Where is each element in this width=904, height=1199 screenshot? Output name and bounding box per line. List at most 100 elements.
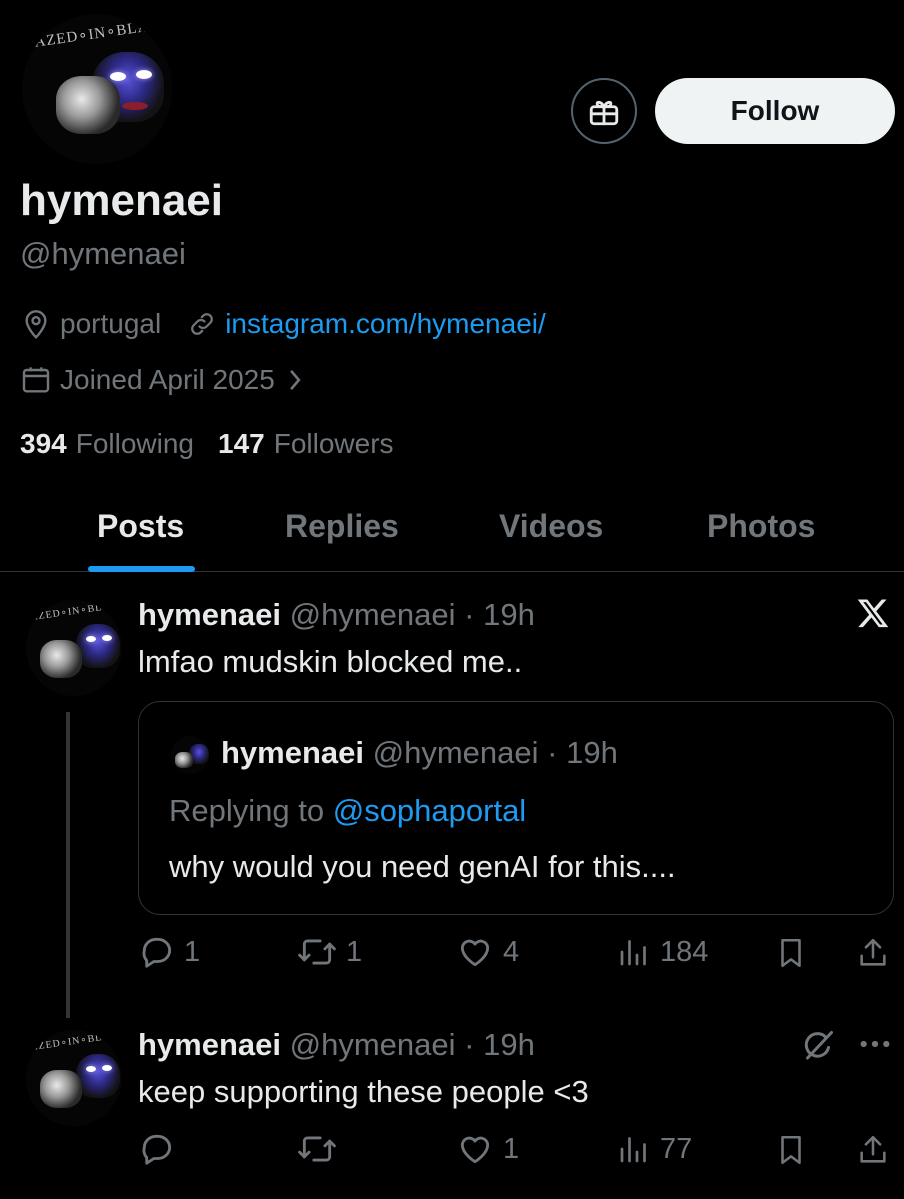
- like-icon: [460, 1136, 490, 1164]
- views-button[interactable]: 77: [616, 1130, 692, 1168]
- avatar-fist: [56, 76, 120, 134]
- replying-to-link[interactable]: @sophaportal: [333, 793, 526, 828]
- post-text: lmfao mudskin blocked me..: [138, 644, 523, 679]
- following-label: Following: [75, 428, 194, 459]
- views-icon: [620, 940, 646, 966]
- reply-icon: [142, 1134, 172, 1165]
- more-icon[interactable]: [858, 1034, 892, 1054]
- share-button[interactable]: [854, 1131, 892, 1169]
- avatar-fist: [175, 752, 193, 768]
- avatar-fist: [40, 1070, 82, 1108]
- profile-website-link[interactable]: instagram.com/hymenaei/: [225, 308, 546, 340]
- profile-page: AZED∘IN∘BLAC Follow hymenaei @hymenaei p…: [0, 0, 904, 1199]
- post-header: hymenaei @hymenaei · 19h: [138, 597, 535, 633]
- post-time[interactable]: 19h: [483, 1027, 535, 1062]
- repost-count: 1: [346, 935, 363, 968]
- quoted-post-avatar: [171, 736, 209, 774]
- location-icon: [25, 310, 47, 340]
- link-icon: [191, 313, 214, 335]
- thread-line: [66, 712, 70, 1018]
- share-icon: [860, 938, 886, 966]
- tab-videos[interactable]: Videos: [499, 508, 603, 545]
- avatar-lips: [122, 102, 148, 110]
- quoted-author-handle: @hymenaei: [372, 735, 539, 770]
- post-avatar[interactable]: AZED∘IN∘BLAC: [26, 1030, 122, 1126]
- views-icon: [620, 1137, 646, 1163]
- profile-location: portugal: [20, 308, 161, 340]
- quoted-post-header: hymenaei @hymenaei · 19h: [221, 735, 618, 771]
- avatar-eye: [86, 636, 96, 642]
- repost-button[interactable]: [296, 1130, 346, 1168]
- like-button[interactable]: 1: [455, 1130, 519, 1168]
- gift-button[interactable]: [571, 78, 637, 144]
- share-button[interactable]: [854, 934, 892, 972]
- profile-location-text: portugal: [60, 308, 162, 339]
- quoted-author-name: hymenaei: [221, 735, 365, 770]
- reply-button[interactable]: [138, 1130, 184, 1168]
- following-number: 394: [20, 428, 67, 459]
- profile-joined[interactable]: Joined April 2025: [20, 364, 313, 396]
- avatar-art-text: AZED∘IN∘BLAC: [29, 1030, 119, 1054]
- post-avatar[interactable]: AZED∘IN∘BLAC: [26, 600, 122, 696]
- x-logo-icon[interactable]: [855, 596, 891, 630]
- views-count: 184: [660, 935, 709, 968]
- avatar-eye: [136, 70, 152, 79]
- replying-label: Replying to: [169, 793, 325, 828]
- bookmark-button[interactable]: [772, 934, 810, 972]
- gift-icon: [589, 100, 619, 126]
- profile-joined-row[interactable]: Joined April 2025: [20, 364, 339, 396]
- profile-avatar[interactable]: AZED∘IN∘BLAC: [22, 14, 172, 164]
- like-count: 1: [503, 1132, 520, 1165]
- avatar-art-text: AZED∘IN∘BLAC: [33, 17, 162, 51]
- post-separator: ·: [455, 597, 484, 632]
- repost-button[interactable]: 1: [296, 933, 362, 971]
- share-icon: [860, 1135, 886, 1163]
- followers-count[interactable]: 147 Followers: [218, 428, 394, 460]
- avatar-face: [76, 1054, 120, 1098]
- quoted-replying-line: Replying to @sophaportal: [169, 793, 526, 829]
- tab-photos[interactable]: Photos: [707, 508, 815, 545]
- avatar-fist: [40, 640, 82, 678]
- avatar-face: [76, 624, 120, 668]
- views-button[interactable]: 184: [616, 933, 708, 971]
- post-author-handle[interactable]: @hymenaei: [290, 597, 456, 632]
- reply-count: 1: [184, 935, 201, 968]
- grok-icon[interactable]: [800, 1028, 836, 1064]
- profile-website[interactable]: instagram.com/hymenaei/: [187, 308, 546, 340]
- like-icon: [460, 939, 490, 967]
- quoted-post-text: why would you need genAI for this....: [169, 849, 676, 884]
- post-author-handle[interactable]: @hymenaei: [290, 1027, 456, 1062]
- profile-tabs: Posts Replies Videos Photos: [0, 480, 904, 572]
- post-author-name[interactable]: hymenaei: [138, 597, 281, 632]
- reply-icon: [142, 937, 172, 968]
- follow-button[interactable]: Follow: [655, 78, 895, 144]
- repost-icon: [298, 939, 336, 965]
- bookmark-button[interactable]: [772, 1131, 810, 1169]
- post-author-name[interactable]: hymenaei: [138, 1027, 281, 1062]
- bookmark-icon: [781, 1135, 801, 1165]
- post-text: keep supporting these people <3: [138, 1074, 589, 1109]
- avatar-eye: [86, 1066, 96, 1072]
- post-separator: ·: [455, 1027, 484, 1062]
- tab-posts[interactable]: Posts: [97, 508, 184, 545]
- tab-replies[interactable]: Replies: [285, 508, 399, 545]
- quoted-post[interactable]: hymenaei @hymenaei · 19h Replying to @so…: [138, 701, 894, 915]
- chevron-right-icon: [289, 370, 301, 390]
- post-header: hymenaei @hymenaei · 19h: [138, 1027, 535, 1063]
- following-count[interactable]: 394 Following: [20, 428, 194, 460]
- profile-counts: 394 Following 147 Followers: [20, 428, 418, 460]
- quoted-post-time: 19h: [566, 735, 618, 770]
- post-time[interactable]: 19h: [483, 597, 535, 632]
- followers-number: 147: [218, 428, 265, 459]
- views-count: 77: [660, 1132, 693, 1165]
- post-separator: ·: [538, 735, 567, 770]
- reply-button[interactable]: 1: [138, 933, 200, 971]
- calendar-icon: [22, 367, 50, 393]
- like-button[interactable]: 4: [455, 933, 519, 971]
- like-count: 4: [503, 935, 520, 968]
- avatar-eye: [110, 72, 126, 81]
- avatar-eye: [102, 1065, 112, 1071]
- profile-handle: @hymenaei: [20, 236, 186, 271]
- profile-display-name: hymenaei: [20, 176, 223, 225]
- followers-label: Followers: [273, 428, 394, 459]
